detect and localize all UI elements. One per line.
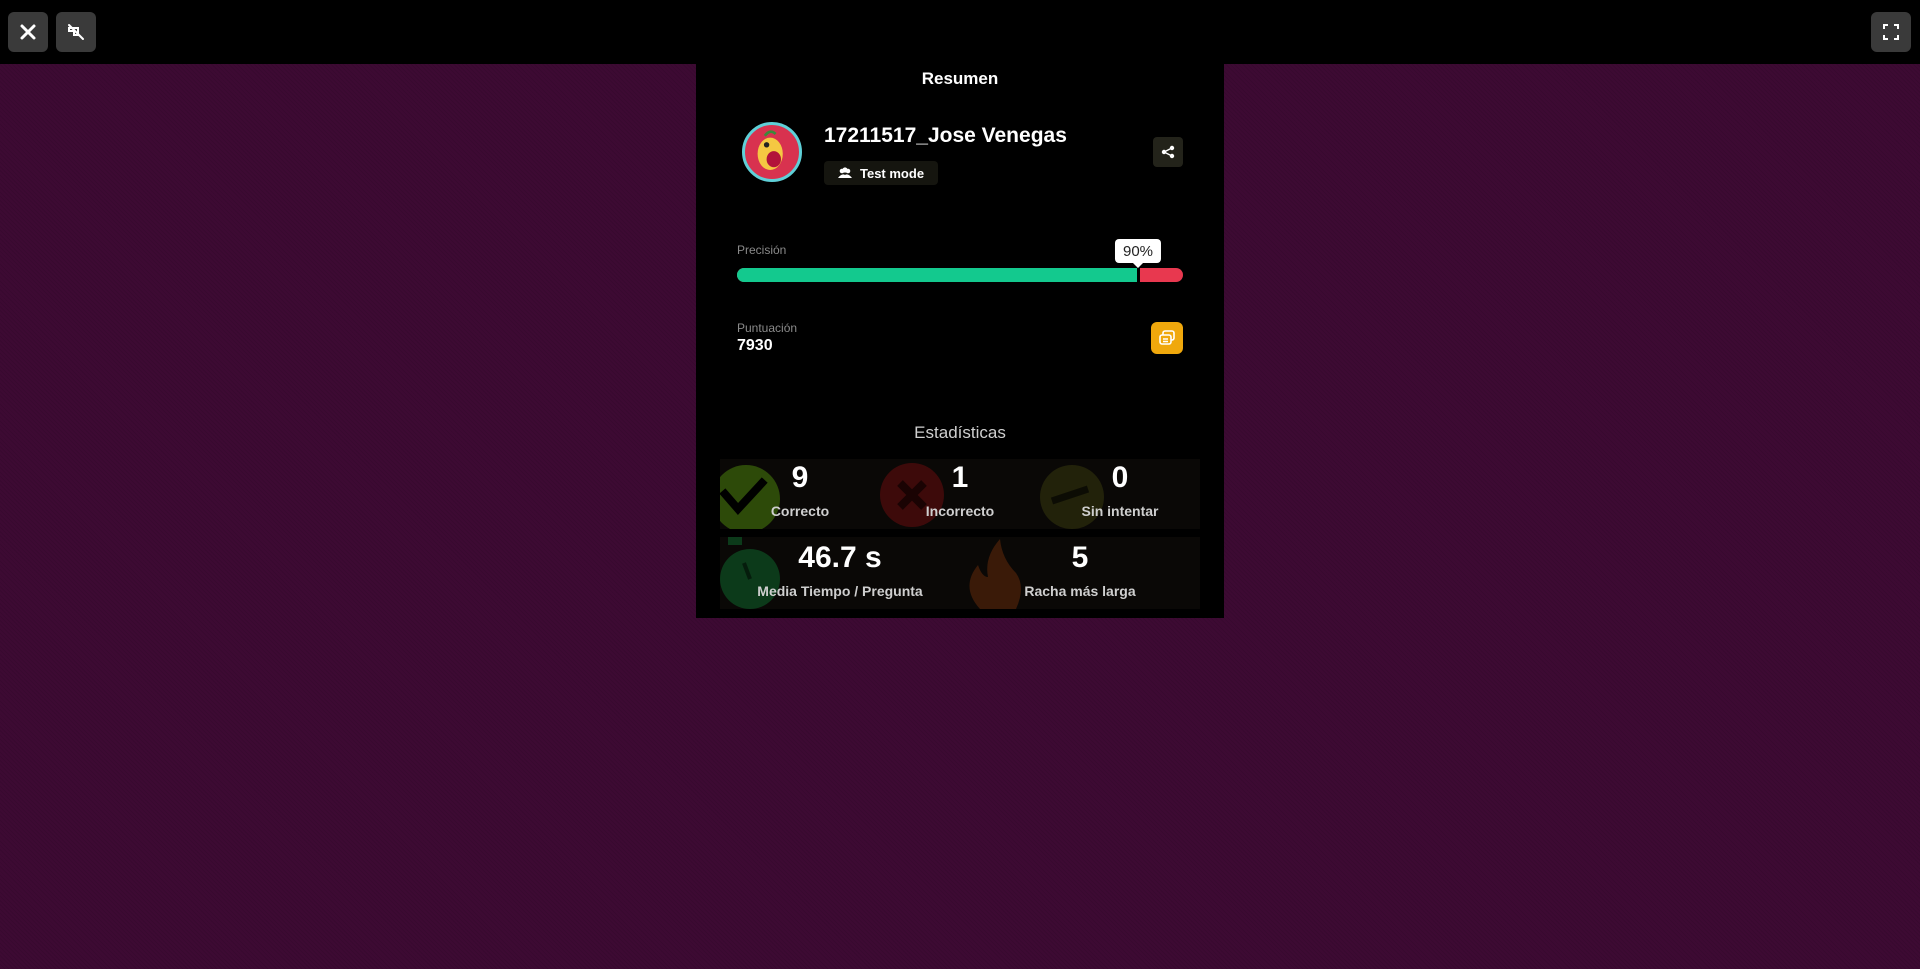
username: 17211517_Jose Venegas bbox=[824, 124, 1067, 147]
mute-music-button[interactable] bbox=[56, 12, 96, 52]
summary-title: Resumen bbox=[921, 69, 999, 88]
accuracy-bar bbox=[737, 268, 1183, 282]
stats-title: Estadísticas bbox=[914, 423, 1006, 442]
share-button[interactable] bbox=[1153, 137, 1183, 167]
music-off-icon bbox=[68, 24, 84, 40]
stat-avg-time-label: Media Tiempo / Pregunta bbox=[757, 583, 923, 599]
accuracy-bar-correct bbox=[737, 268, 1138, 282]
accuracy-bar-separator bbox=[1137, 268, 1140, 282]
avatar bbox=[742, 122, 802, 182]
share-icon bbox=[1161, 145, 1175, 159]
score-value: 7930 bbox=[737, 337, 773, 354]
stat-incorrect-value: 1 bbox=[951, 461, 969, 494]
stat-incorrect-label: Incorrecto bbox=[925, 503, 995, 519]
fullscreen-button[interactable] bbox=[1871, 12, 1911, 52]
close-icon bbox=[20, 24, 36, 40]
stat-longest-streak: 5 Racha más larga bbox=[960, 537, 1200, 609]
accuracy-label: Precisión bbox=[737, 243, 787, 257]
stat-avg-time: 46.7 s Media Tiempo / Pregunta bbox=[720, 537, 960, 609]
avatar-image bbox=[757, 130, 783, 170]
stat-correct-label: Correcto bbox=[770, 503, 830, 519]
stat-longest-streak-value: 5 bbox=[1071, 541, 1089, 574]
stack-icon bbox=[1159, 330, 1175, 345]
top-bar bbox=[0, 0, 1920, 64]
mode-badge: Test mode bbox=[824, 161, 939, 185]
summary-panel: Resumen 17211517_Jose Venegas Test mode … bbox=[696, 64, 1224, 618]
stat-unattempted: 0 Sin intentar bbox=[1040, 459, 1200, 529]
stat-avg-time-value: 46.7 s bbox=[798, 541, 882, 574]
score-details-button[interactable] bbox=[1151, 322, 1183, 354]
stat-incorrect: 1 Incorrecto bbox=[880, 459, 1040, 529]
accuracy-tooltip: 90% bbox=[1114, 239, 1162, 268]
mode-label: Test mode bbox=[860, 165, 925, 181]
stat-correct: 9 Correcto bbox=[720, 459, 880, 529]
score-label: Puntuación bbox=[737, 321, 798, 335]
stat-unattempted-label: Sin intentar bbox=[1081, 503, 1159, 519]
fullscreen-icon bbox=[1883, 24, 1899, 40]
users-icon bbox=[838, 167, 852, 178]
stat-unattempted-value: 0 bbox=[1111, 461, 1129, 494]
stat-correct-value: 9 bbox=[791, 461, 809, 494]
stat-longest-streak-label: Racha más larga bbox=[1024, 583, 1136, 599]
close-button[interactable] bbox=[8, 12, 48, 52]
